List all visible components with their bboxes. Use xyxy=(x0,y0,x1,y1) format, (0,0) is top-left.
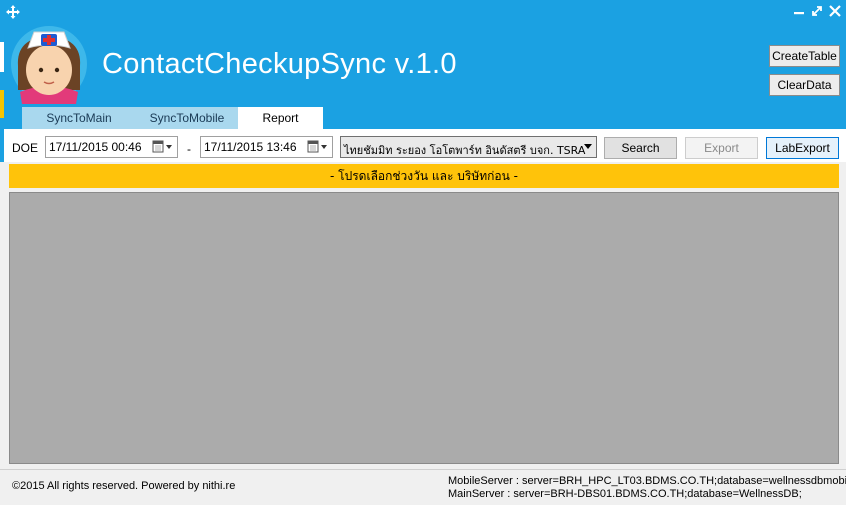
lab-export-button[interactable]: LabExport xyxy=(766,137,839,159)
tab-sync-to-main[interactable]: SyncToMain xyxy=(22,107,136,129)
date-to-value: 17/11/2015 13:46 xyxy=(204,140,297,154)
tab-report[interactable]: Report xyxy=(238,107,323,129)
clear-data-button[interactable]: ClearData xyxy=(769,74,840,96)
date-range-separator: - xyxy=(187,142,191,156)
main-server-info: MainServer : server=BRH-DBS01.BDMS.CO.TH… xyxy=(448,488,802,500)
tab-strip: SyncToMain SyncToMobile Report xyxy=(22,107,323,129)
company-select-value: ไทยชัมมิท ระยอง โอโตพาร์ท อินดัสตรี บจก.… xyxy=(344,144,586,157)
calendar-dropdown-icon[interactable] xyxy=(152,140,174,154)
title-bar xyxy=(0,0,846,24)
instruction-banner: - โปรดเลือกช่วงวัน และ บริษัทก่อน - xyxy=(9,164,839,188)
export-button[interactable]: Export xyxy=(685,137,758,159)
edge-strip-yellow xyxy=(0,90,4,118)
maximize-icon[interactable] xyxy=(809,3,825,19)
calendar-dropdown-icon[interactable] xyxy=(307,140,329,154)
edge-strip xyxy=(0,42,4,72)
date-from-value: 17/11/2015 00:46 xyxy=(49,140,142,154)
search-button[interactable]: Search xyxy=(604,137,677,159)
date-from-picker[interactable]: 17/11/2015 00:46 xyxy=(45,136,178,158)
tab-sync-to-mobile[interactable]: SyncToMobile xyxy=(136,107,238,129)
close-icon[interactable] xyxy=(827,3,843,19)
doe-label: DOE xyxy=(12,141,39,155)
server-info: MobileServer : server=BRH_HPC_LT03.BDMS.… xyxy=(448,475,846,501)
company-select[interactable]: ไทยชัมมิท ระยอง โอโตพาร์ท อินดัสตรี บจก.… xyxy=(340,136,597,158)
report-data-grid[interactable] xyxy=(9,192,839,464)
create-table-button[interactable]: CreateTable xyxy=(769,45,840,67)
copyright-text: ©2015 All rights reserved. Powered by ni… xyxy=(12,480,236,492)
nurse-avatar-logo xyxy=(11,26,87,104)
app-title: ContactCheckupSync v.1.0 xyxy=(102,48,457,80)
chevron-down-icon[interactable] xyxy=(584,144,592,149)
minimize-icon[interactable] xyxy=(791,3,807,19)
header-panel: ContactCheckupSync v.1.0 CreateTable Cle… xyxy=(0,24,846,129)
mobile-server-info: MobileServer : server=BRH_HPC_LT03.BDMS.… xyxy=(448,475,846,487)
date-to-picker[interactable]: 17/11/2015 13:46 xyxy=(200,136,333,158)
move-icon[interactable] xyxy=(5,4,21,20)
